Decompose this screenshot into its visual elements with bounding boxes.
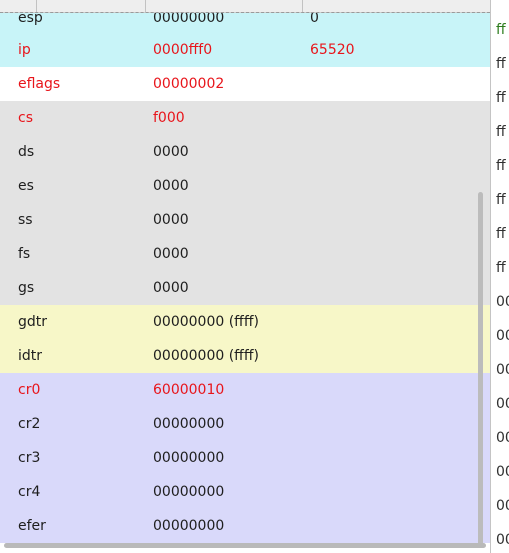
register-value: 0000 xyxy=(153,144,189,160)
register-row-eflags[interactable]: eflags 00000002 xyxy=(0,67,490,101)
register-name: cr2 xyxy=(18,416,41,432)
hex-byte[interactable]: ff xyxy=(496,54,506,74)
header-separator[interactable] xyxy=(145,0,146,12)
hex-byte[interactable]: 00 xyxy=(496,530,509,550)
register-value: 00000000 (ffff) xyxy=(153,348,259,364)
register-value: 0000 xyxy=(153,178,189,194)
register-name: ip xyxy=(18,42,31,58)
register-value: 0000 xyxy=(153,246,189,262)
hex-byte[interactable]: 00 xyxy=(496,326,509,346)
register-row-efer[interactable]: efer 00000000 xyxy=(0,509,490,543)
register-name: ds xyxy=(18,144,35,160)
register-name: efer xyxy=(18,518,46,534)
vertical-scrollbar[interactable] xyxy=(478,192,483,547)
hex-byte[interactable]: ff xyxy=(496,122,506,142)
register-row-ds[interactable]: ds 0000 xyxy=(0,135,490,169)
register-name: fs xyxy=(18,246,31,262)
hex-byte[interactable]: 00 xyxy=(496,462,509,482)
register-row-ss[interactable]: ss 0000 xyxy=(0,203,490,237)
register-value: 00000000 (ffff) xyxy=(153,314,259,330)
current-row-focus-outline xyxy=(0,12,490,13)
register-name: es xyxy=(18,178,34,194)
register-panel: esp 00000000 0 ip 0000fff0 65520 eflags 0000000… xyxy=(0,0,490,553)
register-row-cr2[interactable]: cr2 00000000 xyxy=(0,407,490,441)
register-value: 0000 xyxy=(153,280,189,296)
register-value: 60000010 xyxy=(153,382,225,398)
register-value: 00000000 xyxy=(153,518,225,534)
hex-byte[interactable]: ff xyxy=(496,88,506,108)
register-row-idtr[interactable]: idtr 00000000 (ffff) xyxy=(0,339,490,373)
register-name: eflags xyxy=(18,76,61,92)
register-row-cs[interactable]: cs f000 xyxy=(0,101,490,135)
register-name: gs xyxy=(18,280,35,296)
register-name: cs xyxy=(18,110,33,126)
hex-byte[interactable]: ff xyxy=(496,258,506,278)
register-value: 0000 xyxy=(153,212,189,228)
register-decimal: 65520 xyxy=(310,42,355,58)
register-row-cr0[interactable]: cr0 60000010 xyxy=(0,373,490,407)
register-row-es[interactable]: es 0000 xyxy=(0,169,490,203)
register-name: idtr xyxy=(18,348,43,364)
register-row-gdtr[interactable]: gdtr 00000000 (ffff) xyxy=(0,305,490,339)
register-table: esp 00000000 0 ip 0000fff0 65520 eflags 0000000… xyxy=(0,0,490,543)
hex-byte[interactable]: 00 xyxy=(496,360,509,380)
hex-byte[interactable]: ff xyxy=(496,156,506,176)
register-value: f000 xyxy=(153,110,185,126)
register-row-fs[interactable]: fs 0000 xyxy=(0,237,490,271)
register-name: gdtr xyxy=(18,314,48,330)
hex-byte[interactable]: 00 xyxy=(496,496,509,516)
hex-byte[interactable]: ff xyxy=(496,190,506,210)
register-value: 00000000 xyxy=(153,484,225,500)
register-value: 00000002 xyxy=(153,76,225,92)
register-name: cr0 xyxy=(18,382,41,398)
hex-byte[interactable]: 00 xyxy=(496,394,509,414)
hex-byte[interactable]: ff xyxy=(496,20,506,40)
header-separator[interactable] xyxy=(302,0,303,12)
header-separator[interactable] xyxy=(36,0,37,12)
register-name: ss xyxy=(18,212,33,228)
register-name: cr4 xyxy=(18,484,41,500)
register-value: 0000fff0 xyxy=(153,42,213,58)
register-name: cr3 xyxy=(18,450,41,466)
register-row-cr3[interactable]: cr3 00000000 xyxy=(0,441,490,475)
register-row-ip[interactable]: ip 0000fff0 65520 xyxy=(0,33,490,67)
register-value: 00000000 xyxy=(153,450,225,466)
hex-byte[interactable]: 00 xyxy=(496,292,509,312)
register-row-gs[interactable]: gs 0000 xyxy=(0,271,490,305)
hex-byte[interactable]: ff xyxy=(496,224,506,244)
register-row-cr4[interactable]: cr4 00000000 xyxy=(0,475,490,509)
register-value: 00000000 xyxy=(153,416,225,432)
hex-byte[interactable]: 00 xyxy=(496,428,509,448)
memory-hex-panel: ff ff ff ff ff ff ff ff 00 00 00 00 00 00 00 00 xyxy=(491,0,509,553)
horizontal-scrollbar[interactable] xyxy=(4,543,486,548)
